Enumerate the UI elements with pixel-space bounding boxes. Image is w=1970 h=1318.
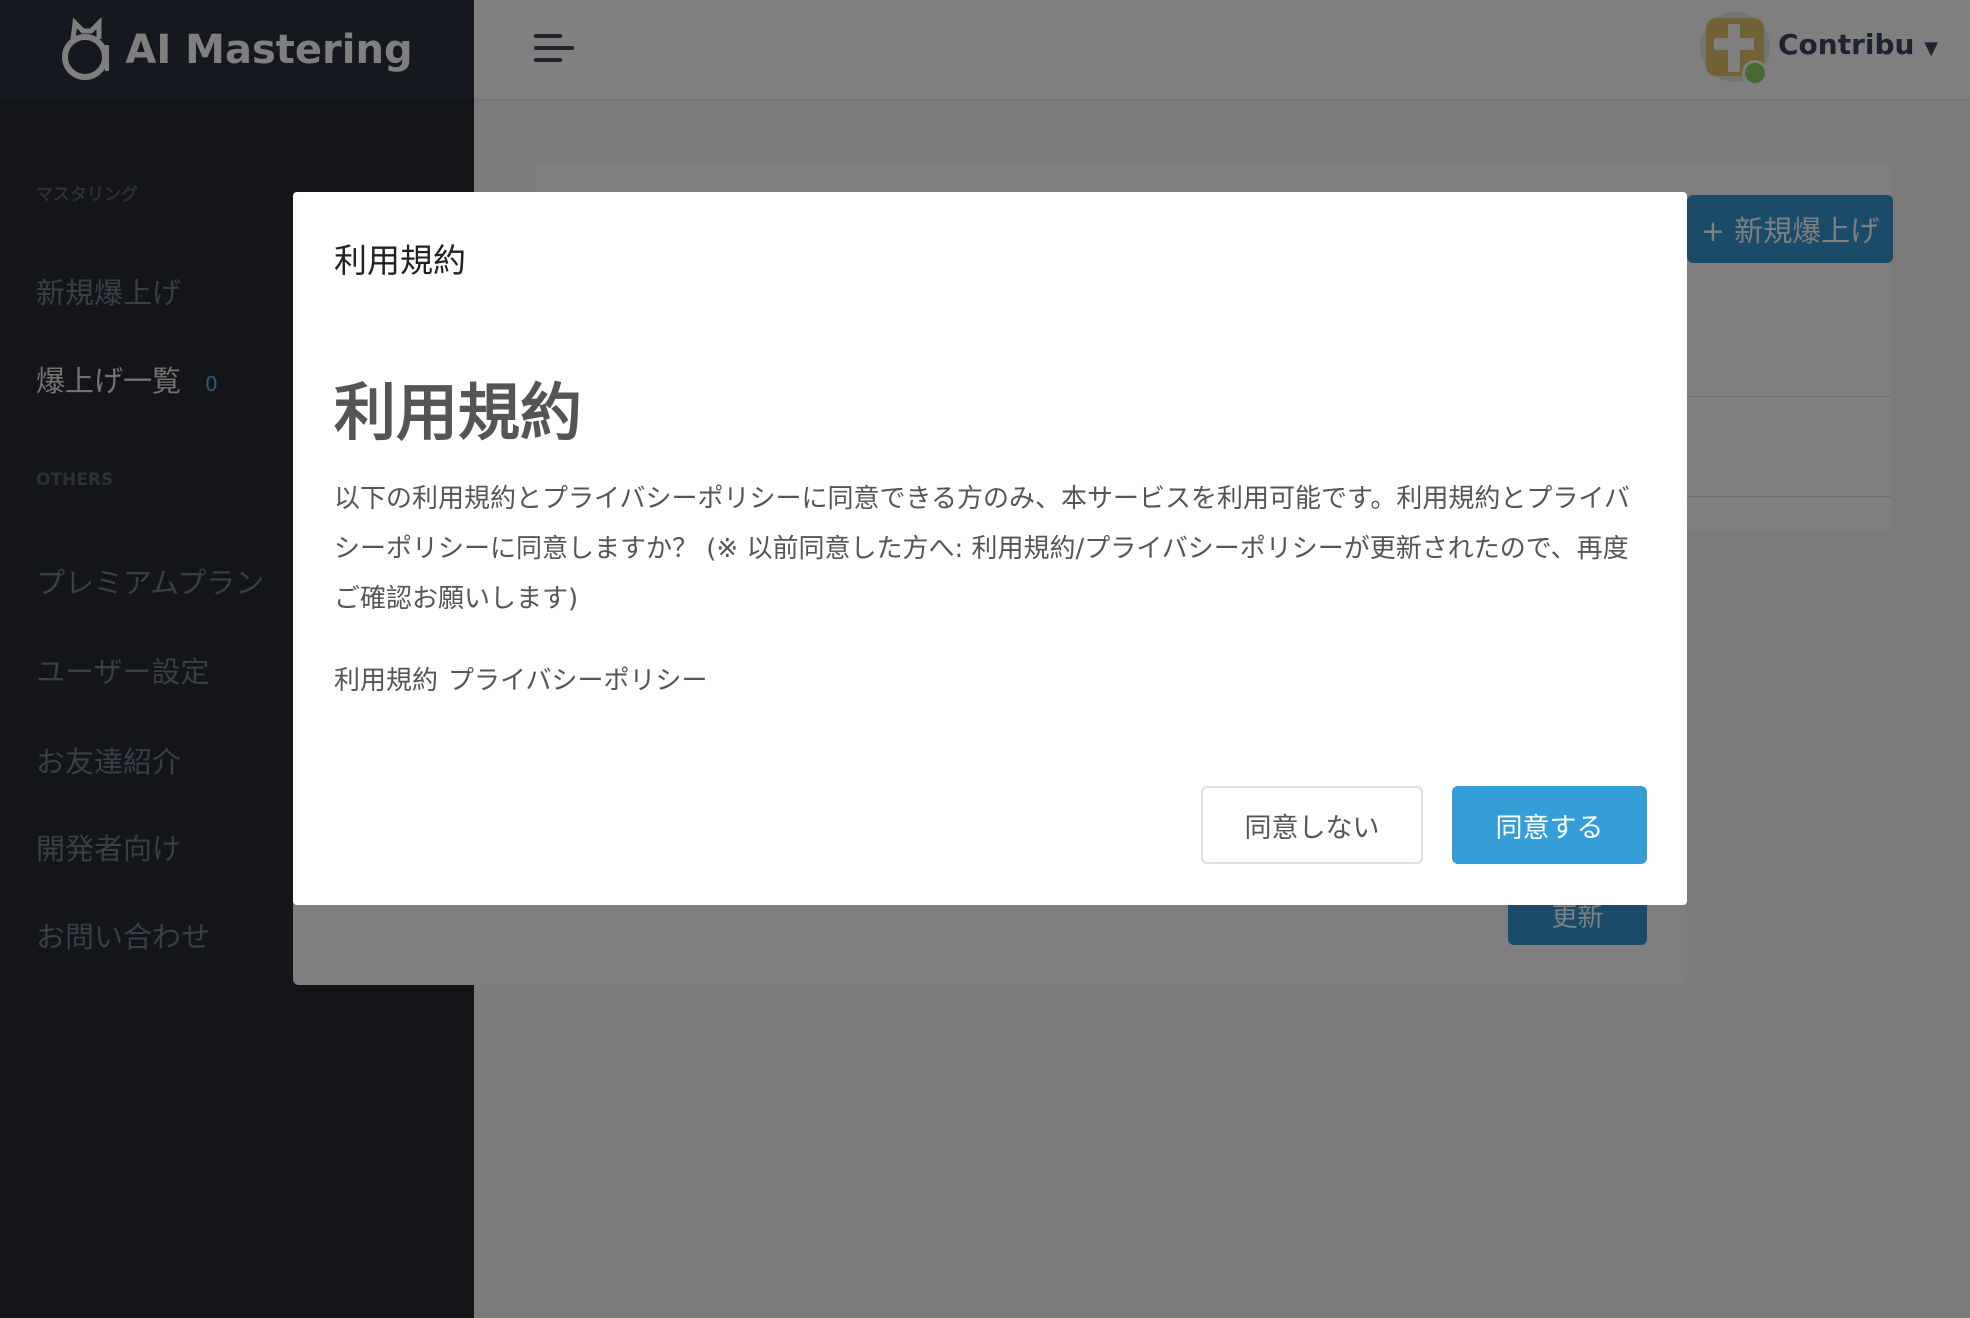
modal-links: 利用規約 プライバシーポリシー <box>334 660 718 697</box>
modal-heading: 利用規約 <box>334 376 583 449</box>
terms-link[interactable]: 利用規約 <box>334 666 438 696</box>
decline-button[interactable]: 同意しない <box>1201 786 1423 864</box>
modal-body-text: 以下の利用規約とプライバシーポリシーに同意できる方のみ、本サービスを利用可能です… <box>334 484 1630 614</box>
terms-modal: 利用規約 利用規約 以下の利用規約とプライバシーポリシーに同意できる方のみ、本サ… <box>293 192 1687 905</box>
accept-button[interactable]: 同意する <box>1452 786 1647 864</box>
privacy-policy-link[interactable]: プライバシーポリシー <box>448 666 707 696</box>
modal-title: 利用規約 <box>334 241 466 280</box>
